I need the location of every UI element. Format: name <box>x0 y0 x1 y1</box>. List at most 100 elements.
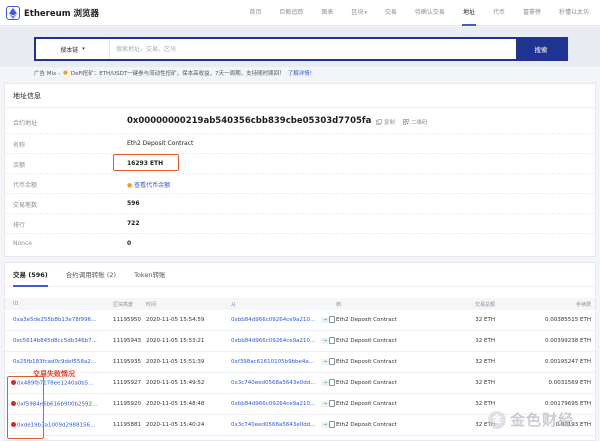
search-box: 搜本链 ▾ 搜索 <box>34 37 568 61</box>
info-row-tx-count: 交易笔数 596 <box>5 194 595 214</box>
cell-value: 32 ETH <box>475 401 495 407</box>
watermark-logo-icon: 金 <box>488 410 506 429</box>
arrow-right-icon: → <box>321 359 329 365</box>
contract-icon <box>329 358 335 365</box>
cell-to: Eth2 Deposit Contract <box>336 317 397 323</box>
watermark: 金 金色财经 <box>488 409 574 430</box>
table-row: 0x489fb7178ee1240a0b5... 11195927 2020-11-… <box>5 373 595 394</box>
cell-from[interactable]: 0x3c740eed0568a5643e0dd... <box>231 422 317 428</box>
nav-item-label: 巨鲸追踪 <box>279 9 304 16</box>
watermark-text: 金色财经 <box>510 411 575 429</box>
arrow-right-icon: → <box>321 317 329 323</box>
nav-item[interactable]: 交易 <box>376 0 406 26</box>
cell-from[interactable]: 0xbb84d966c09264ce9a210... <box>231 317 317 323</box>
tx-hash-link[interactable]: 0x25fb183fcad0c9def558a2... <box>13 359 100 365</box>
copy-icon <box>376 119 382 125</box>
nonce-value: 0 <box>127 240 132 247</box>
arrow-right-icon: → <box>321 338 329 344</box>
view-token-balance-link[interactable]: ● 查看代币余额 <box>127 180 170 189</box>
cell-fee: 0.0031569 ETH <box>548 380 591 386</box>
column-header: 到 <box>336 302 342 308</box>
nav-item-label: 图表 <box>321 9 334 16</box>
nav-item[interactable]: 代币 <box>484 0 514 26</box>
column-header: 交易总额 <box>474 302 495 308</box>
top-navigation-bar: Ethereum 浏览器 首页 巨鲸追踪 图表 区块▾ 交易 待确认交易 地址 代币 富豪榜 秒懂… <box>0 0 600 26</box>
qr-code-icon <box>403 119 410 125</box>
cell-value: 32 ETH <box>475 317 495 323</box>
name-label: 名称 <box>13 142 26 149</box>
ad-details-link[interactable]: 了解详情! <box>288 69 312 77</box>
search-button[interactable]: 搜索 <box>516 39 566 59</box>
nav-item[interactable]: 待确认交易 <box>406 0 454 26</box>
address-info-title: 地址信息 <box>5 84 595 108</box>
ad-banner: 广告 Mix - ● DeFi挖矿 ：ETH/USDT一键参与流动性挖矿，保本高… <box>34 68 312 78</box>
cell-from[interactable]: 0xbb84d966c09264ce9a210... <box>231 401 317 407</box>
tab[interactable]: Token转账 <box>134 263 166 287</box>
cell-time: 2020-11-05 15:48:48 <box>146 401 205 407</box>
chevron-down-icon: ▾ <box>364 10 367 16</box>
nav-item-label: 首页 <box>249 9 262 16</box>
table-header: ID 区块高度 时间从到交易总额 手续费 <box>5 298 595 310</box>
search-band: 搜本链 ▾ 搜索 <box>0 27 600 67</box>
cell-fee: 0.00179695 ETH <box>545 401 591 407</box>
nav-menu: 首页 巨鲸追踪 图表 区块▾ 交易 待确认交易 地址 代币 富豪榜 秒懂以太坊 <box>240 0 598 26</box>
cell-from[interactable]: 0xf398ac61610105b9bbe4a... <box>231 359 317 365</box>
nav-item-label: 代币 <box>492 9 505 16</box>
search-input[interactable] <box>110 39 516 59</box>
tx-hash-link[interactable]: 0xc5614b845d8cc5db346b7... <box>13 338 100 344</box>
arrow-right-icon: → <box>321 401 329 407</box>
column-header: 时间 <box>146 302 157 308</box>
tx-hash-text: 0xc5614b845d8cc5db346b7... <box>13 338 97 344</box>
tab[interactable]: 合约调用转账 (2) <box>66 263 116 287</box>
cell-from[interactable]: 0xbb84d966c09264ce9a210... <box>231 338 317 344</box>
info-row-balance: 余额 16293 ETH <box>5 154 595 174</box>
address-label: 合约地址 <box>13 120 38 127</box>
nav-item[interactable]: 图表 <box>312 0 342 26</box>
nav-item[interactable]: 巨鲸追踪 <box>270 0 312 26</box>
nav-item-label: 富豪榜 <box>522 9 541 16</box>
qr-code-button[interactable]: 二维码 <box>403 118 428 126</box>
nav-item-label: 地址 <box>462 9 475 16</box>
info-row-name: 名称 Eth2 Deposit Contract <box>5 134 595 154</box>
address-actions: 复制 二维码 <box>376 118 428 126</box>
tx-hash-text: 0x25fb183fcad0c9def558a2... <box>13 359 96 365</box>
view-token-balance-label: 查看代币余额 <box>134 182 171 189</box>
cell-time: 2020-11-05 15:54:59 <box>146 317 205 323</box>
contract-icon <box>329 316 335 323</box>
nav-item[interactable]: 首页 <box>240 0 270 26</box>
failed-transactions-highlight-box <box>7 376 44 439</box>
info-row-address: 合约地址 0x00000000219ab540356cbb839cbe05303… <box>5 112 595 134</box>
ethereum-logo-icon <box>6 6 20 20</box>
nav-item-label: 交易 <box>384 9 397 16</box>
nav-item[interactable]: 区块▾ <box>342 0 376 26</box>
nav-item-label: 区块 <box>351 9 364 16</box>
column-header: 手续费 <box>575 302 591 308</box>
cell-time: 2020-11-05 15:53:21 <box>146 338 205 344</box>
brand[interactable]: Ethereum 浏览器 <box>6 6 99 20</box>
nav-item[interactable]: 秒懂以太坊 <box>550 0 598 26</box>
cell-fee: 0.00385515 ETH <box>545 317 591 323</box>
column-header: 从 <box>231 302 237 308</box>
brand-name: Ethereum 浏览器 <box>24 9 100 19</box>
arrow-right-icon: → <box>321 422 329 428</box>
token-balance-label: 代币余额 <box>13 182 38 189</box>
cell-time: 2020-11-05 15:49:52 <box>146 380 205 386</box>
cell-value: 32 ETH <box>475 338 495 344</box>
cell-to: Eth2 Deposit Contract <box>336 338 397 344</box>
ad-highlight: DeFi挖矿 <box>70 71 94 77</box>
copy-label: 复制 <box>384 120 396 126</box>
chain-select-dropdown[interactable]: 搜本链 ▾ <box>36 39 110 59</box>
tab[interactable]: 交易 (596) <box>13 263 48 287</box>
nav-item[interactable]: 富豪榜 <box>514 0 550 26</box>
nav-item[interactable]: 地址 <box>454 0 484 26</box>
arrow-right-icon: → <box>321 380 329 386</box>
cell-to: Eth2 Deposit Contract <box>336 422 397 428</box>
tx-hash-text: 0xa3e5de255b8b13e78f996... <box>13 317 97 323</box>
cell-time: 2020-11-05 15:40:24 <box>146 422 205 428</box>
table-row: 0xc5614b845d8cc5db346b7... 11195943 2020-1… <box>5 331 595 352</box>
tx-hash-link[interactable]: 0xa3e5de255b8b13e78f996... <box>13 317 100 323</box>
copy-button[interactable]: 复制 <box>376 118 395 126</box>
cell-from[interactable]: 0x3c740eed0568a5643e0dd... <box>231 380 317 386</box>
balance-label: 余额 <box>13 162 26 169</box>
coin-icon: ● <box>127 182 133 189</box>
